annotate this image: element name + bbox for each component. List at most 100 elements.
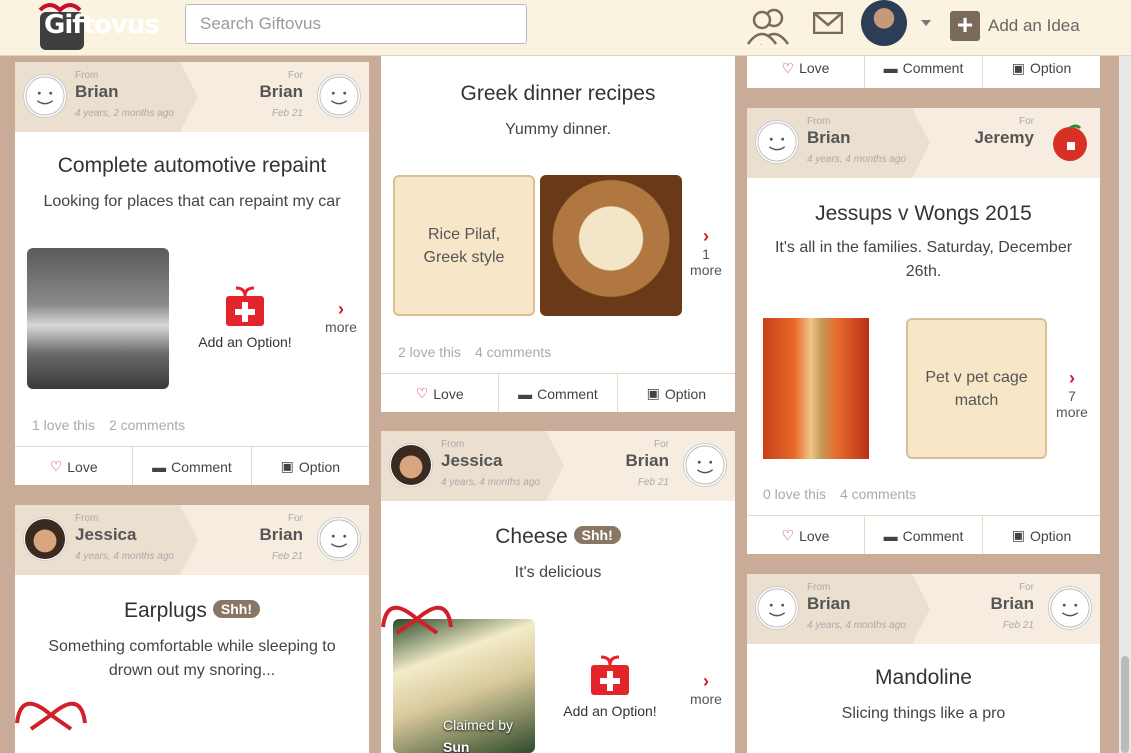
option-text-card[interactable]: Pet v pet cage match [906, 318, 1047, 459]
love-count[interactable]: 0 love this [763, 486, 826, 502]
add-option-button[interactable]: Add an Option! [555, 651, 665, 719]
from-time: 4 years, 4 months ago [441, 477, 540, 488]
add-option-label: Add an Option! [198, 334, 292, 350]
idea-card-greek[interactable]: Greek dinner recipes Yummy dinner. Rice … [381, 56, 735, 412]
for-label: For [288, 70, 303, 81]
from-name[interactable]: Brian [75, 82, 118, 102]
from-name[interactable]: Jessica [75, 525, 136, 545]
for-name[interactable]: Brian [991, 594, 1034, 614]
comment-count[interactable]: 2 comments [109, 417, 185, 433]
idea-card-mandoline[interactable]: From Brian 4 years, 4 months ago For Bri… [747, 574, 1100, 753]
from-label: From [807, 582, 831, 593]
friends-icon[interactable] [744, 6, 792, 46]
love-button[interactable]: ♡ Love [381, 374, 500, 412]
option-image-food[interactable] [540, 175, 682, 316]
for-name[interactable]: Jeremy [974, 128, 1034, 148]
idea-description: It's delicious [514, 564, 602, 581]
idea-title[interactable]: Mandoline [747, 666, 1100, 690]
idea-card-cheese[interactable]: From Jessica 4 years, 4 months ago For B… [381, 431, 735, 753]
for-label: For [288, 513, 303, 524]
idea-card-repaint[interactable]: From Brian 4 years, 2 months ago For Bri… [15, 62, 369, 485]
card-actions: ♡ Love ▬ Comment ▣ Option [747, 515, 1100, 554]
from-name[interactable]: Brian [807, 128, 850, 148]
avatar-face-icon [317, 517, 361, 561]
add-option-button[interactable]: Add an Option! [190, 282, 300, 350]
more-options-link[interactable]: › 7 more [1052, 368, 1092, 420]
user-avatar[interactable] [861, 0, 907, 46]
comment-icon: ▬ [152, 458, 167, 475]
option-image-garage[interactable] [27, 248, 169, 389]
option-button[interactable]: ▣ Option [251, 447, 369, 485]
love-button[interactable]: ♡ Love [15, 447, 134, 485]
comment-button[interactable]: ▬ Comment [133, 447, 252, 485]
giftovus-logo[interactable]: Giftovus [34, 0, 160, 54]
option-image-game-box[interactable] [763, 318, 869, 459]
from-time: 4 years, 4 months ago [807, 154, 906, 165]
idea-title[interactable]: Cheese Shh! [381, 525, 735, 549]
option-button[interactable]: ▣ Option [617, 374, 735, 412]
more-count: 7 [1068, 388, 1076, 404]
comment-icon: ▬ [518, 385, 533, 402]
more-options-link[interactable]: › more [321, 299, 361, 335]
idea-card-jessups[interactable]: From Brian 4 years, 4 months ago For Jer… [747, 108, 1100, 554]
gift-plus-icon [591, 655, 629, 695]
for-date: Feb 21 [271, 108, 303, 119]
avatar-face-icon [317, 74, 361, 118]
for-name[interactable]: Brian [260, 82, 303, 102]
scrollbar-thumb[interactable] [1121, 656, 1129, 753]
love-label: Love [799, 60, 830, 76]
avatar-face-icon [683, 443, 727, 487]
idea-title[interactable]: Jessups v Wongs 2015 [747, 202, 1100, 226]
chevron-right-icon: › [1069, 368, 1075, 388]
gift-icon: ▣ [646, 385, 660, 401]
idea-description: Looking for places that can repaint my c… [43, 193, 341, 210]
claimed-by-label: Claimed by [443, 717, 514, 733]
comment-button[interactable]: ▬ Comment [865, 516, 983, 554]
comment-count[interactable]: 4 comments [475, 344, 551, 360]
option-text-card[interactable]: Rice Pilaf, Greek style [393, 175, 535, 316]
comment-count[interactable]: 4 comments [840, 486, 916, 502]
comment-button[interactable]: ▬ Comment [865, 56, 983, 88]
from-label: From [75, 513, 99, 524]
comment-button[interactable]: ▬ Comment [499, 374, 618, 412]
love-label: Love [799, 527, 830, 544]
card-stats: 0 love this 4 comments [763, 486, 926, 502]
gift-icon: ▣ [280, 458, 294, 474]
idea-title-text: Cheese [495, 525, 568, 548]
idea-card-previous: ♡ Love ▬ Comment ▣ Option [747, 56, 1100, 88]
plus-icon: + [950, 11, 980, 41]
heart-icon: ♡ [781, 59, 795, 76]
chevron-right-icon: › [703, 226, 709, 246]
love-count[interactable]: 2 love this [398, 344, 461, 360]
mail-icon[interactable] [813, 12, 843, 34]
option-button[interactable]: ▣ Option [983, 56, 1100, 88]
comment-icon: ▬ [883, 527, 898, 544]
love-button[interactable]: ♡ Love [747, 516, 865, 554]
comment-label: Comment [171, 458, 232, 475]
from-name[interactable]: Brian [807, 594, 850, 614]
apple-logo-icon [1053, 124, 1087, 161]
idea-title[interactable]: Greek dinner recipes [381, 82, 735, 106]
ribbon-bow-icon [381, 605, 453, 635]
more-label: more [1056, 404, 1088, 420]
more-label: more [325, 319, 357, 335]
chevron-down-icon[interactable] [921, 20, 931, 26]
more-options-link[interactable]: › more [686, 671, 726, 707]
more-options-link[interactable]: › 1 more [686, 226, 726, 278]
page-scrollbar[interactable] [1119, 56, 1131, 753]
add-idea-button[interactable]: + Add an Idea [950, 8, 1080, 44]
love-count[interactable]: 1 love this [32, 417, 95, 433]
for-name[interactable]: Brian [260, 525, 303, 545]
for-name[interactable]: Brian [626, 451, 669, 471]
claimed-by-name[interactable]: Sun [443, 739, 469, 753]
for-date: Feb 21 [637, 477, 669, 488]
option-label: Option [298, 458, 341, 475]
idea-title[interactable]: Earplugs Shh! [15, 599, 369, 623]
idea-card-earplugs[interactable]: From Jessica 4 years, 4 months ago For B… [15, 505, 369, 753]
search-input[interactable] [185, 4, 527, 44]
option-button[interactable]: ▣ Option [983, 516, 1100, 554]
idea-title[interactable]: Complete automotive repaint [15, 154, 369, 178]
from-name[interactable]: Jessica [441, 451, 502, 471]
option-label: Option [1029, 527, 1072, 544]
love-button[interactable]: ♡ Love [747, 56, 865, 88]
